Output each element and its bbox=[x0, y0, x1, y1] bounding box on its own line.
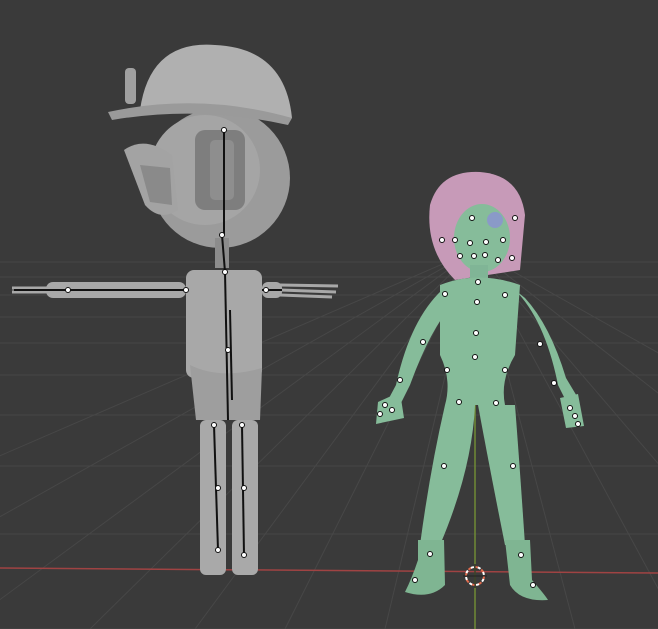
robot-left-leg bbox=[200, 420, 226, 575]
robot-torso bbox=[186, 270, 262, 378]
robot-face-detail bbox=[210, 140, 234, 200]
viewport-background bbox=[0, 0, 658, 629]
3d-viewport[interactable] bbox=[0, 0, 658, 629]
robot-right-leg bbox=[232, 420, 258, 575]
girl-eye bbox=[487, 212, 503, 228]
robot-antenna bbox=[125, 68, 136, 104]
